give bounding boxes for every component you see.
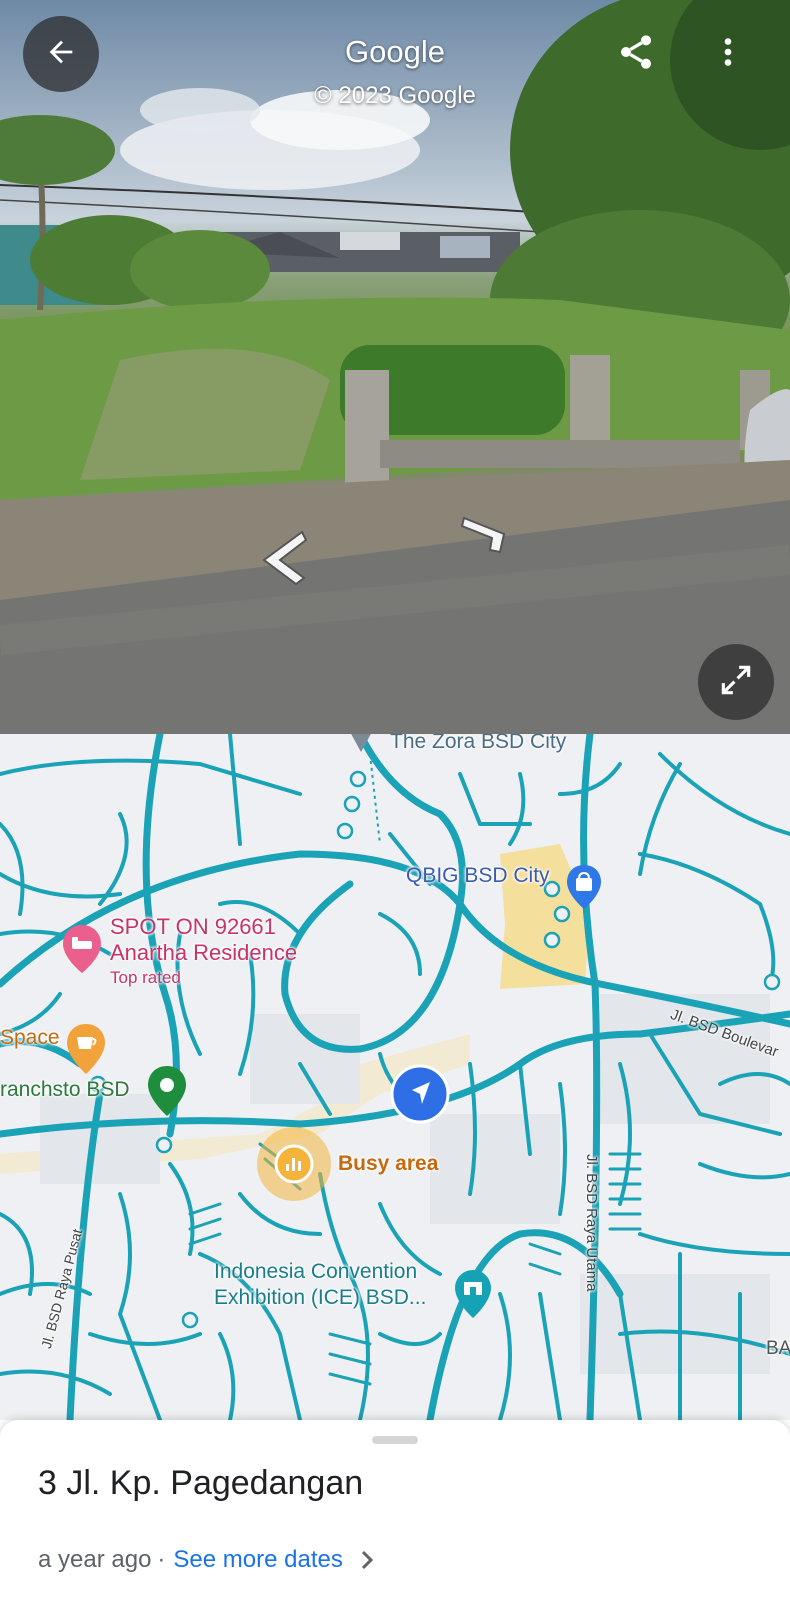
more-options-button[interactable] [700, 26, 756, 82]
place-label-branchsto[interactable]: ranchsto BSD [0, 1078, 130, 1102]
hotel-bed-icon [62, 925, 102, 977]
more-vert-icon [710, 34, 746, 75]
expand-icon [717, 661, 755, 704]
chevron-right-icon [460, 516, 510, 562]
place-label-spot-2[interactable]: Anartha Residence [110, 940, 297, 966]
copyright-text: © 2023 Google [314, 82, 476, 109]
share-button[interactable] [608, 26, 664, 82]
place-label-spot-1[interactable]: SPOT ON 92661 [110, 914, 276, 940]
capture-date: a year ago [38, 1546, 152, 1573]
date-row: a year ago · See more dates [38, 1546, 375, 1574]
arrow-left-icon [44, 35, 78, 74]
street-view-panorama[interactable]: Google © 2023 Google [0, 0, 790, 734]
top-rated-badge: Top rated [110, 968, 181, 987]
current-location-marker[interactable] [390, 1064, 450, 1129]
store-pin[interactable] [147, 1066, 187, 1121]
bottom-sheet[interactable]: 3 Jl. Kp. Pagedangan a year ago · See mo… [0, 1420, 790, 1600]
place-label-ba: BA [766, 1338, 790, 1359]
nav-left-arrow[interactable] [258, 526, 308, 595]
expand-button[interactable] [698, 644, 774, 720]
back-button[interactable] [23, 16, 99, 92]
place-label-ice-2[interactable]: Exhibition (ICE) BSD... [214, 1286, 426, 1310]
place-label-qbig[interactable]: QBIG BSD City [406, 864, 550, 888]
map-view[interactable]: The Zora BSD City QBIG BSD City SPOT ON … [0, 734, 790, 1420]
bar-chart-icon [256, 1127, 332, 1206]
busy-area-label: Busy area [338, 1152, 439, 1175]
separator: · [157, 1546, 166, 1573]
see-more-dates-link[interactable]: See more dates [173, 1546, 342, 1574]
street-view-image[interactable] [0, 0, 790, 734]
share-icon [616, 32, 656, 77]
convention-center-icon [454, 1270, 492, 1322]
coffee-cup-icon [66, 1024, 106, 1078]
location-pin-icon [147, 1066, 187, 1120]
place-marker-icon [346, 734, 376, 762]
hotel-pin[interactable] [62, 925, 102, 978]
busy-area-marker[interactable] [256, 1126, 332, 1207]
place-label-ice-1[interactable]: Indonesia Convention [214, 1260, 417, 1284]
street-view-title: Google [345, 34, 445, 69]
place-label-zora[interactable]: The Zora BSD City [390, 734, 566, 754]
chevron-left-icon [258, 530, 308, 594]
zora-pin[interactable] [346, 734, 376, 763]
road-label-raya-utama: Jl. BSD Raya Utama [583, 1154, 600, 1292]
cafe-pin[interactable] [66, 1024, 106, 1079]
qbig-pin[interactable] [566, 865, 602, 914]
nav-right-arrow[interactable] [460, 510, 510, 563]
drag-handle[interactable] [372, 1436, 418, 1444]
shopping-bag-icon [566, 865, 602, 913]
ice-pin[interactable] [454, 1270, 492, 1323]
place-label-space[interactable]: Space [0, 1026, 60, 1050]
address-title: 3 Jl. Kp. Pagedangan [38, 1464, 364, 1502]
navigation-arrow-icon [390, 1064, 450, 1128]
chevron-right-icon[interactable] [359, 1549, 375, 1571]
